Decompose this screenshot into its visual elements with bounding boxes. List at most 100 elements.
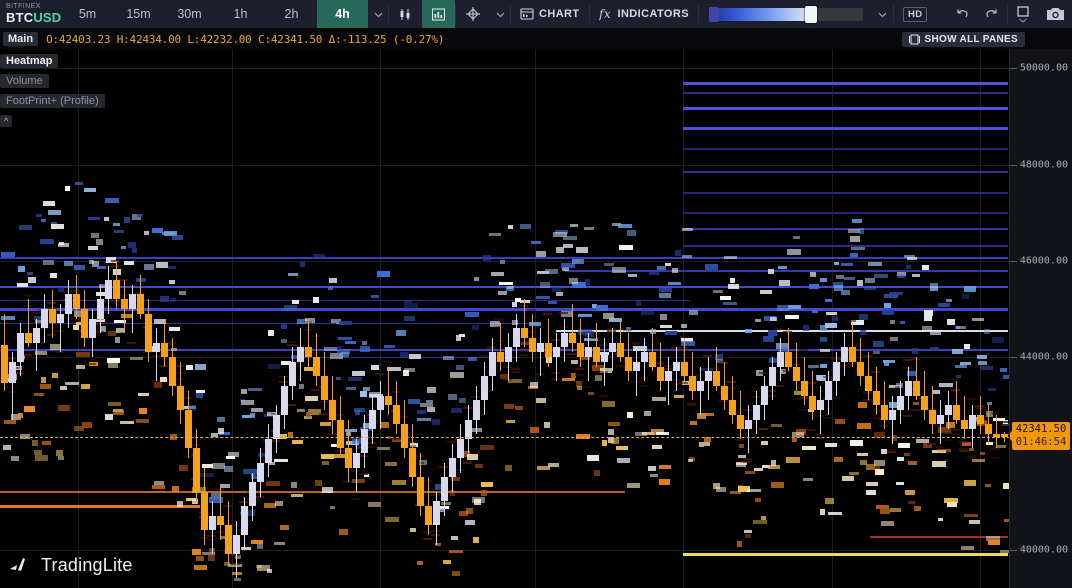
timeframe-15m[interactable]: 15m [113,0,164,28]
heatmap-cell [385,462,397,466]
heatmap-cell [128,242,136,248]
candle-body [313,357,320,376]
slider-handle-right[interactable] [805,6,817,23]
timeframe-4h[interactable]: 4h [317,0,368,28]
candle-body [689,376,696,390]
candle-body [1,345,8,384]
pane-label[interactable]: Main [3,32,38,46]
heatmap-cell [300,262,305,267]
heatmap-cell-low [703,409,712,411]
heatmap-cell [825,498,834,504]
heatmap-cell [793,236,800,239]
heatmap-cell [81,384,90,389]
indicators-button[interactable]: fx INDICATORS [590,0,698,28]
undo-button[interactable] [947,0,977,28]
heatmap-cell-low [87,363,96,365]
candle-wick [820,386,821,434]
heatmap-cell [857,280,863,286]
liquidity-level-line [683,127,1008,130]
heatmap-cell [377,271,390,277]
heatmap-cell-low [903,415,912,417]
redo-button[interactable] [977,0,1007,28]
liquidity-level-line [683,82,1008,85]
pane-toggle-footprint[interactable]: FootPrint+ (Profile) [0,94,105,108]
screenshot-button[interactable] [1038,0,1072,28]
drawing-dropdown-chevron-down-icon[interactable] [490,0,510,28]
price-tick-mark [1010,550,1017,551]
heatmap-intensity-slider[interactable] [699,0,873,28]
heatmap-cell [345,429,357,432]
heatmap-cell [787,249,801,255]
info-bar: Main O:42403.23 H:42434.00 L:42232.00 C:… [0,29,1072,49]
timeframe-2h[interactable]: 2h [266,0,317,28]
heatmap-cell [849,472,859,475]
heatmap-cell [32,440,38,446]
heatmap-cell [628,274,637,277]
slider-handle-left[interactable] [709,7,719,22]
heatmap-cell [459,398,466,403]
timeframe-1h[interactable]: 1h [215,0,266,28]
candle-body [209,516,216,530]
heatmap-cell [355,410,360,415]
candle-body [673,362,680,372]
chart-type-candles-button[interactable] [389,0,422,28]
pane-toggle-volume[interactable]: Volume [0,74,49,88]
heatmap-cell [826,312,837,315]
heatmap-cell [360,391,367,397]
heatmap-cell [890,320,895,324]
heatmap-cell [988,540,1000,545]
heatmap-cell-low [23,294,32,296]
chevron-down-icon[interactable] [368,0,388,28]
heatmap-cell [972,318,984,321]
heatmap-cell-low [951,429,960,431]
symbol-selector[interactable]: BITFINEX BTCUSD [0,0,62,28]
chart-canvas[interactable] [0,49,1010,588]
svg-text:fx: fx [599,7,611,21]
heatmap-cell [788,305,801,309]
heatmap-cell [912,348,918,354]
heatmap-cell [208,555,215,561]
liquidity-level-line [0,257,1008,259]
heatmap-cell [472,325,479,330]
heatmap-cell-low [959,441,968,443]
heatmap-cell-low [943,439,952,441]
heatmap-cell [841,263,853,266]
chart-type-bars-button[interactable] [422,0,455,28]
collapse-panes-chevron-up-icon[interactable]: ^ [0,115,12,127]
chart-button[interactable]: CHART [511,0,589,28]
drawing-tools-button[interactable] [456,0,490,28]
heatmap-cell [577,386,582,390]
heatmap-cell [257,544,263,549]
heatmap-cell [857,453,868,456]
hd-quality-button[interactable]: HD [894,0,937,28]
heatmap-cell [169,280,175,284]
heatmap-cell [170,298,176,302]
heatmap-cell [410,528,416,532]
heatmap-cell [352,371,365,376]
heatmap-cell [467,454,478,460]
heatmap-cell [771,460,776,466]
heatmap-cell [292,300,299,304]
tradinglite-app: BITFINEX BTCUSD 5m 15m 30m 1h 2h 4h [0,0,1072,588]
timeframe-5m[interactable]: 5m [62,0,113,28]
heatmap-cell [194,565,207,570]
candle-body [265,439,272,463]
heatmap-cell [809,284,819,289]
heatmap-cell [595,375,602,381]
timeframe-30m[interactable]: 30m [164,0,215,28]
slider-fill [709,8,813,21]
heatmap-cell [850,253,858,257]
show-all-panes-button[interactable]: SHOW ALL PANES [902,32,1025,47]
heatmap-cell [28,277,36,283]
candle-wick [60,304,61,352]
slider-dropdown-chevron-down-icon[interactable] [873,0,893,28]
slider-track[interactable] [709,8,863,21]
heatmap-cell [908,501,915,504]
layout-button[interactable] [1008,0,1038,28]
price-axis[interactable]: 50000.0048000.0046000.0044000.0040000.00… [1009,49,1072,588]
candle-wick [700,367,701,415]
candle-wick [388,367,389,415]
heatmap-cell [104,217,109,221]
pane-toggle-heatmap[interactable]: Heatmap [0,54,58,68]
candle-wick [540,328,541,376]
